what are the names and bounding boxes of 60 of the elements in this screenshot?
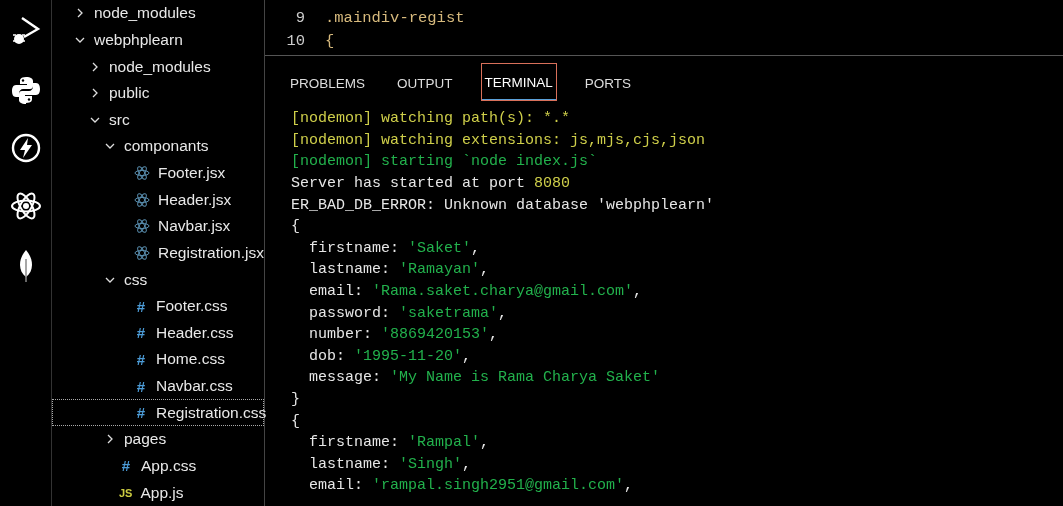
hash-icon: #: [134, 350, 148, 368]
terminal-line: }: [291, 390, 300, 410]
hash-icon: #: [134, 404, 148, 422]
terminal-line: number: '8869420153',: [308, 325, 499, 346]
code-line: .maindiv-regist: [325, 8, 465, 27]
panel-tab[interactable]: PROBLEMS: [287, 64, 369, 100]
panel-tab[interactable]: PORTS: [581, 64, 635, 100]
terminal-line: Server has started at port 8080: [291, 174, 571, 195]
folder-item[interactable]: node_modules: [52, 53, 264, 80]
terminal-line: [nodemon] starting `node index.js`: [291, 152, 598, 173]
js-file-icon: JS: [119, 486, 133, 499]
terminal-line: dob: '1995-11-20',: [308, 346, 472, 367]
panel-tab[interactable]: OUTPUT: [394, 64, 456, 100]
file-item[interactable]: # Footer.css: [52, 292, 264, 320]
terminal-line: password: 'saketrama',: [308, 303, 508, 324]
terminal-line: {: [291, 217, 300, 238]
file-item[interactable]: Header.jsx: [52, 186, 264, 213]
terminal-line: email: 'rampal.singh2951@gmail.com',: [308, 476, 634, 497]
file-item[interactable]: # Header.css: [52, 319, 264, 347]
hash-icon: #: [119, 457, 133, 475]
folder-item[interactable]: css: [52, 266, 264, 293]
terminal-line: [nodemon] watching path(s): *.*: [291, 109, 571, 130]
folder-item[interactable]: public: [52, 79, 264, 107]
terminal-line: message: 'My Name is Rama Charya Saket': [308, 368, 661, 389]
folder-item[interactable]: componants: [52, 133, 264, 160]
panel-tab[interactable]: TERMINAL: [481, 64, 556, 100]
terminal-line: {: [291, 411, 300, 432]
folder-item[interactable]: webphplearn: [52, 26, 264, 54]
file-item[interactable]: Footer.jsx: [52, 159, 264, 187]
lightning-icon[interactable]: [10, 133, 41, 163]
react-file-icon: [134, 166, 150, 181]
terminal-line: email: 'Rama.saket.charya@gmail.com',: [308, 282, 643, 303]
file-item[interactable]: # Registration.css: [52, 399, 264, 426]
react-icon[interactable]: [9, 191, 42, 221]
file-item[interactable]: Registration.jsx: [52, 239, 264, 267]
line-number: 10: [285, 31, 305, 50]
terminal-line: ER_BAD_DB_ERROR: Unknown database 'webphplearn': [291, 195, 715, 216]
hash-icon: #: [134, 297, 148, 315]
terminal-line: firstname: 'Rampal',: [308, 433, 490, 454]
hash-icon: #: [134, 377, 148, 395]
file-item[interactable]: # Navbar.css: [52, 372, 264, 400]
terminal-line: lastname: 'Singh',: [308, 454, 472, 475]
terminal-line: [nodemon] watching extensions: js,mjs,cjs,json: [291, 130, 706, 151]
leaf-icon[interactable]: [17, 249, 34, 283]
folder-item[interactable]: src: [52, 106, 264, 134]
folder-item[interactable]: node_modules: [52, 0, 264, 27]
react-file-icon: [134, 219, 150, 234]
file-item[interactable]: JS App.js: [52, 479, 264, 506]
file-item[interactable]: # App.css: [52, 452, 264, 480]
react-file-icon: [134, 192, 150, 207]
file-item[interactable]: # Home.css: [52, 346, 264, 373]
terminal-line: lastname: 'Ramayan',: [308, 260, 490, 281]
hash-icon: #: [134, 324, 148, 342]
folder-item[interactable]: pages: [52, 426, 264, 453]
line-number: 9: [294, 8, 305, 27]
code-line: {: [325, 31, 335, 50]
terminal-line: firstname: 'Saket',: [308, 238, 481, 259]
file-item[interactable]: Navbar.jsx: [52, 213, 264, 240]
python-icon[interactable]: [10, 75, 41, 105]
react-file-icon: [134, 245, 150, 260]
